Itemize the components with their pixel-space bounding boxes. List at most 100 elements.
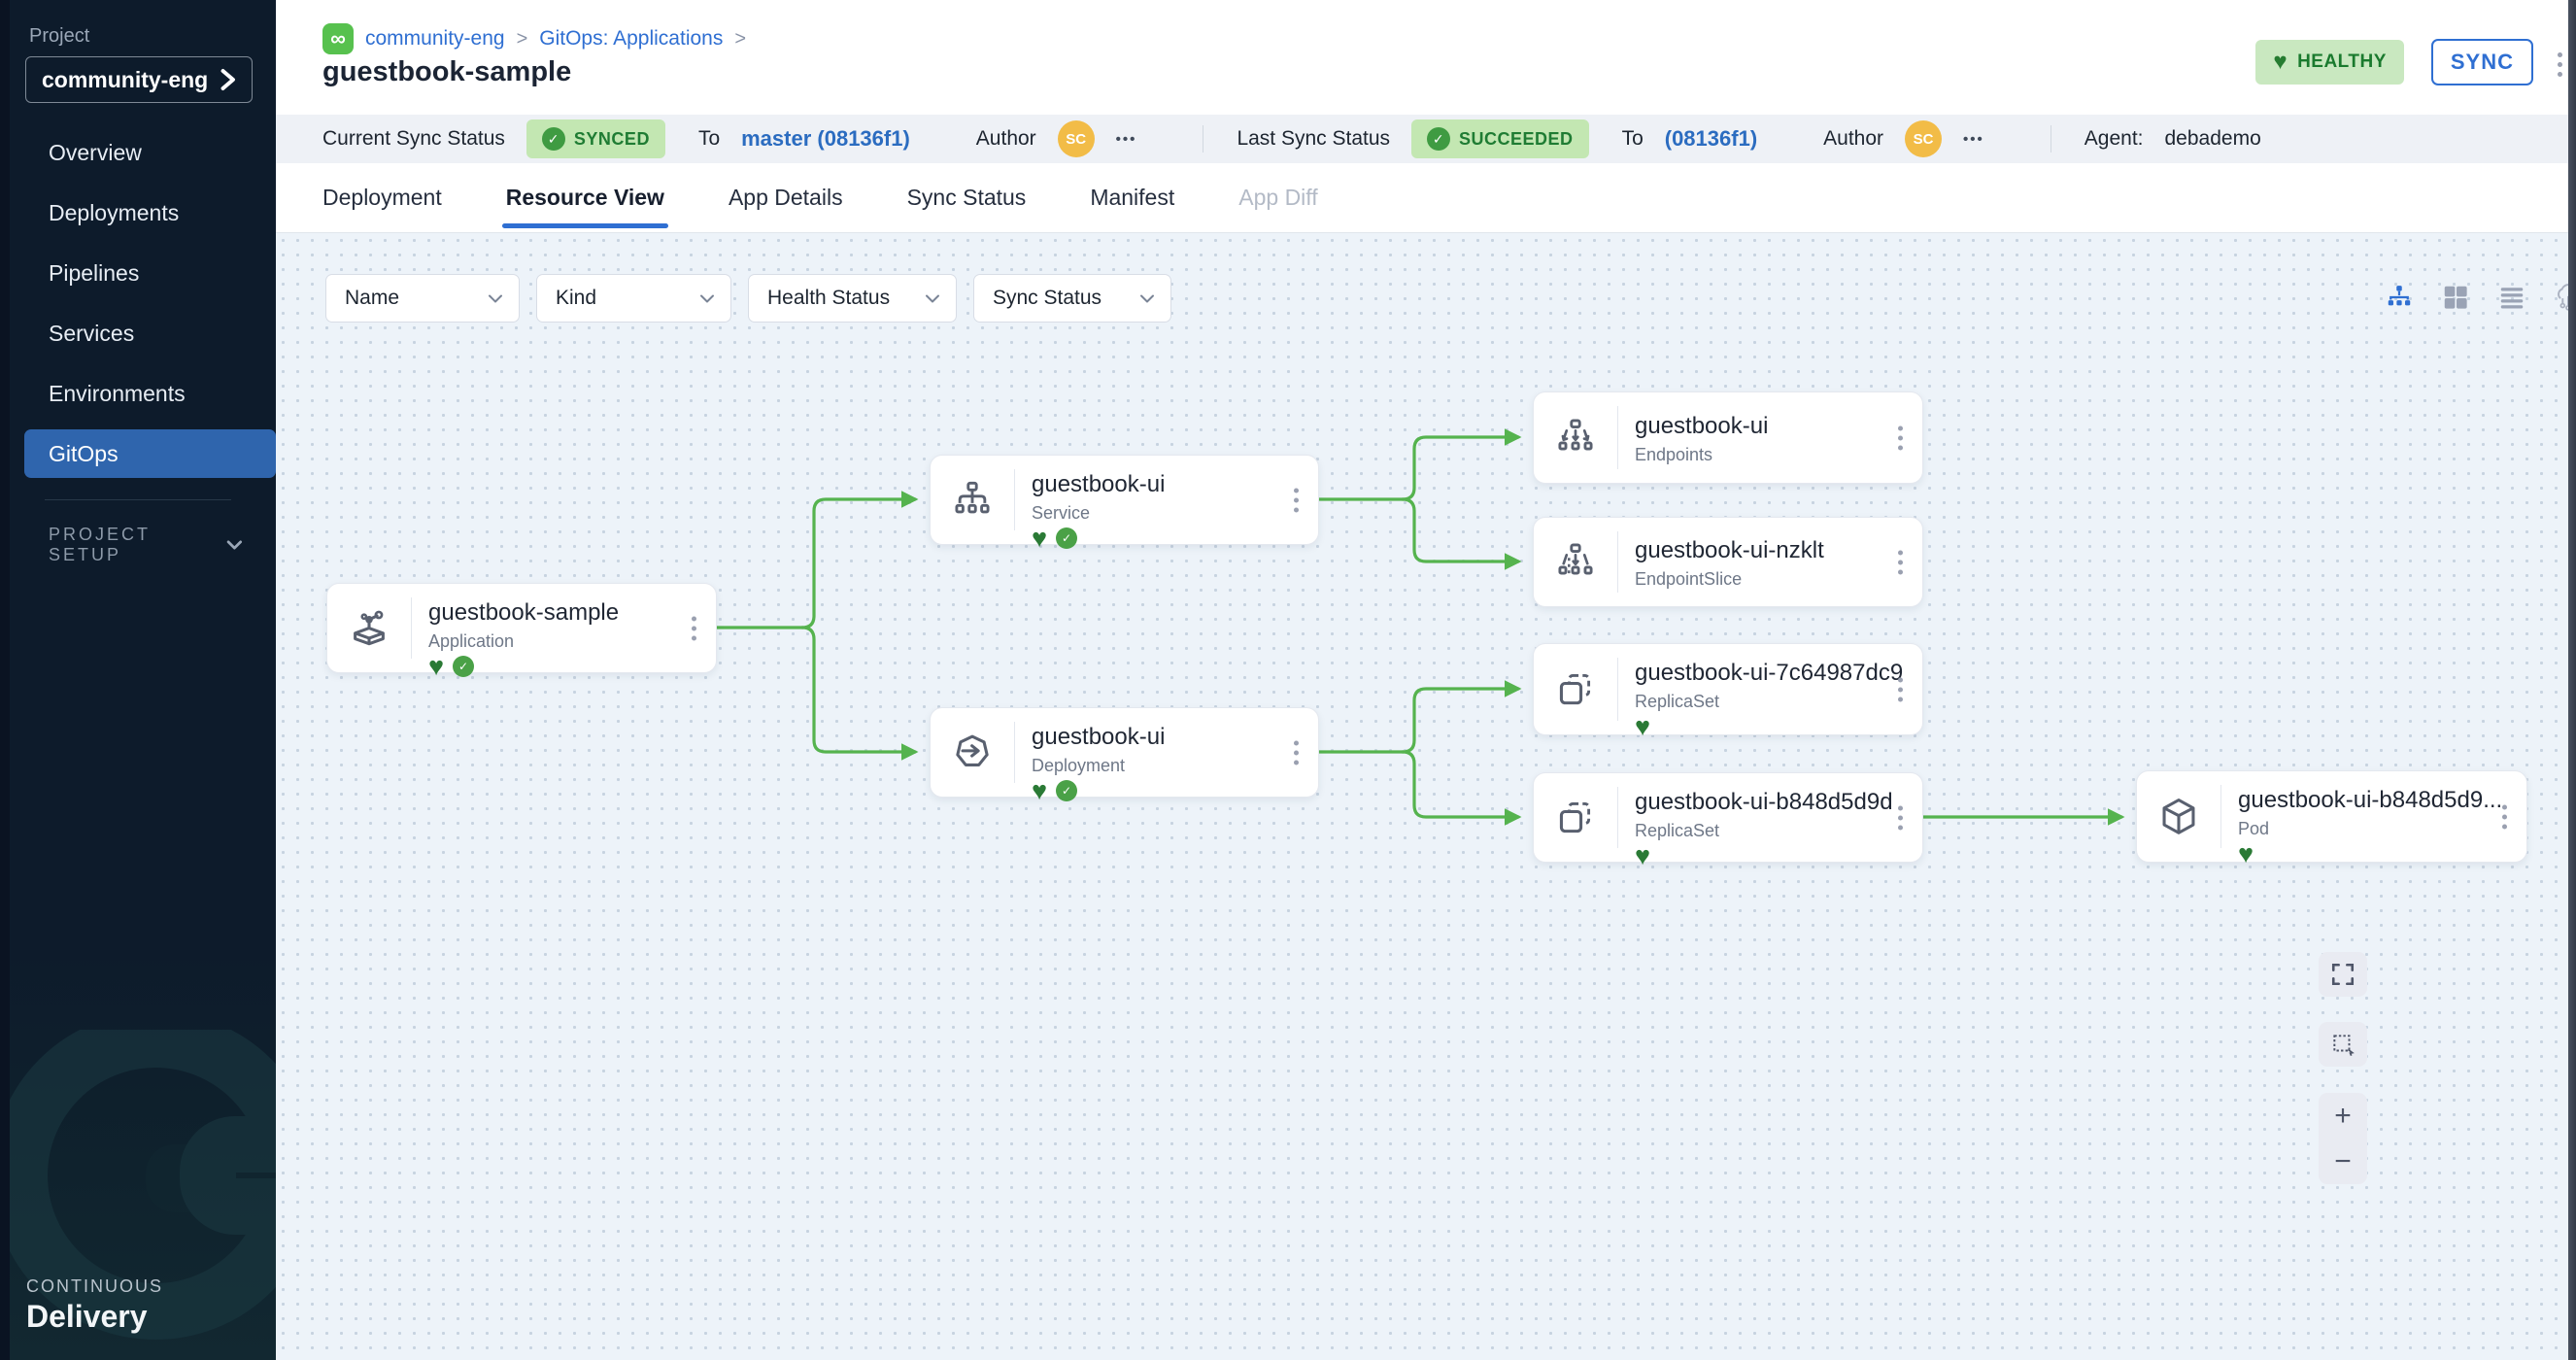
- tab-app-details[interactable]: App Details: [729, 163, 843, 232]
- module-footer-bottom: Delivery: [26, 1299, 163, 1335]
- node-menu-kebab-icon[interactable]: [1288, 734, 1305, 770]
- scrollbar[interactable]: [2568, 0, 2576, 1360]
- node-kind: Pod: [2238, 819, 2526, 839]
- filter-label: Sync Status: [993, 287, 1102, 310]
- sidebar-item-label: Environments: [49, 381, 186, 407]
- node-menu-kebab-icon[interactable]: [1892, 671, 1909, 707]
- agent-name: debademo: [2165, 127, 2261, 151]
- node-replicaset-guestbook-ui-b848d5d9d[interactable]: guestbook-ui-b848d5d9d ReplicaSet ♥: [1533, 772, 1923, 863]
- healthy-heart-icon: ♥: [1032, 780, 1047, 801]
- node-service-guestbook-ui[interactable]: guestbook-ui Service ♥ ✓: [930, 455, 1319, 545]
- filter-label: Health Status: [767, 287, 890, 310]
- module-footer: CONTINUOUS Delivery: [26, 1276, 163, 1335]
- canvas-controls: + −: [2319, 952, 2367, 1184]
- sidebar-item-deployments[interactable]: Deployments: [0, 183, 276, 243]
- marquee-zoom-button[interactable]: [2319, 1022, 2367, 1067]
- healthy-heart-icon: ♥: [428, 656, 444, 677]
- fullscreen-button[interactable]: [2319, 952, 2367, 997]
- replicaset-icon: [1534, 773, 1617, 862]
- node-menu-kebab-icon[interactable]: [1288, 482, 1305, 518]
- gitops-app-screen: Project community-eng Overview Deploymen…: [0, 0, 2576, 1360]
- tab-app-diff: App Diff: [1238, 163, 1317, 232]
- chevron-down-icon: [1139, 293, 1155, 304]
- synced-check-icon: ✓: [1056, 527, 1077, 549]
- last-revision-link[interactable]: (08136f1): [1665, 126, 1757, 152]
- gitops-logo-icon: ∞: [322, 23, 354, 54]
- health-status-filter-dropdown[interactable]: Health Status: [748, 274, 957, 323]
- node-endpoints-guestbook-ui[interactable]: guestbook-ui Endpoints: [1533, 391, 1923, 484]
- zoom-in-button[interactable]: +: [2319, 1093, 2367, 1139]
- node-application-guestbook-sample[interactable]: guestbook-sample Application ♥ ✓: [326, 583, 717, 673]
- author-avatar[interactable]: SC: [1058, 120, 1095, 157]
- window-edge: [0, 0, 10, 1360]
- chevron-down-icon: [699, 293, 715, 304]
- fullscreen-icon: [2330, 962, 2356, 987]
- project-label: Project: [29, 25, 89, 48]
- tab-manifest[interactable]: Manifest: [1090, 163, 1174, 232]
- resource-graph-canvas[interactable]: Name Kind Health Status Sync Status: [276, 233, 2576, 1360]
- node-kind: Service: [1032, 503, 1318, 524]
- tab-sync-status[interactable]: Sync Status: [907, 163, 1027, 232]
- healthy-heart-icon: ♥: [2238, 843, 2254, 865]
- app-tabs: Deployment Resource View App Details Syn…: [276, 163, 2576, 233]
- kind-filter-dropdown[interactable]: Kind: [536, 274, 731, 323]
- filter-bar: Name Kind Health Status Sync Status: [325, 274, 1171, 323]
- tab-deployment[interactable]: Deployment: [322, 163, 442, 232]
- synced-badge: ✓ SYNCED: [526, 119, 665, 158]
- app-menu-kebab-icon[interactable]: [2552, 47, 2568, 83]
- author-avatar[interactable]: SC: [1905, 120, 1942, 157]
- node-menu-kebab-icon[interactable]: [1892, 420, 1909, 456]
- zoom-out-button[interactable]: −: [2319, 1139, 2367, 1184]
- node-menu-kebab-icon[interactable]: [1892, 544, 1909, 580]
- sidebar-item-environments[interactable]: Environments: [0, 363, 276, 424]
- filter-label: Kind: [556, 287, 596, 310]
- node-kind: Endpoints: [1635, 445, 1922, 465]
- healthy-heart-icon: ♥: [1635, 716, 1650, 737]
- project-setup-toggle[interactable]: PROJECT SETUP: [49, 525, 243, 565]
- project-selector[interactable]: community-eng: [25, 56, 253, 103]
- sidebar-item-gitops[interactable]: GitOps: [24, 429, 276, 478]
- module-footer-top: CONTINUOUS: [26, 1276, 163, 1297]
- node-title: guestbook-ui: [1032, 724, 1318, 751]
- page-header: ∞ community-eng > GitOps: Applications >…: [276, 0, 2576, 115]
- list-view-icon[interactable]: [2496, 282, 2527, 313]
- sidebar-item-pipelines[interactable]: Pipelines: [0, 243, 276, 303]
- sync-status-filter-dropdown[interactable]: Sync Status: [973, 274, 1171, 323]
- healthy-heart-icon: ♥: [1032, 527, 1047, 549]
- node-title: guestbook-ui-nzklt: [1635, 537, 1922, 564]
- current-revision-link[interactable]: master (08136f1): [741, 126, 910, 152]
- node-pod-guestbook-ui-b848d5d9d[interactable]: guestbook-ui-b848d5d9... Pod ♥: [2136, 770, 2527, 863]
- pod-icon: [2137, 771, 2220, 862]
- grid-view-icon[interactable]: [2440, 282, 2471, 313]
- sync-button[interactable]: SYNC: [2431, 39, 2533, 85]
- node-menu-kebab-icon[interactable]: [686, 610, 702, 646]
- more-authors-button[interactable]: •••: [1116, 131, 1137, 148]
- node-endpointslice-guestbook-ui-nzklt[interactable]: guestbook-ui-nzklt EndpointSlice: [1533, 517, 1923, 607]
- sidebar-item-label: Deployments: [49, 200, 179, 226]
- succeeded-badge-label: SUCCEEDED: [1459, 129, 1574, 150]
- chevron-down-icon: [925, 293, 940, 304]
- sidebar-item-overview[interactable]: Overview: [0, 122, 276, 183]
- breadcrumb-project-link[interactable]: community-eng: [365, 27, 505, 51]
- breadcrumb-applications-link[interactable]: GitOps: Applications: [539, 27, 723, 51]
- filter-label: Name: [345, 287, 399, 310]
- name-filter-dropdown[interactable]: Name: [325, 274, 520, 323]
- application-icon: [327, 584, 411, 672]
- sidebar-item-services[interactable]: Services: [0, 303, 276, 363]
- to-label: To: [1622, 127, 1644, 151]
- more-authors-button[interactable]: •••: [1963, 131, 1984, 148]
- node-replicaset-guestbook-ui-7c64987dc9[interactable]: guestbook-ui-7c64987dc9 ReplicaSet ♥: [1533, 643, 1923, 735]
- tab-resource-view[interactable]: Resource View: [506, 163, 664, 232]
- synced-badge-label: SYNCED: [574, 129, 650, 150]
- node-title: guestbook-ui: [1635, 413, 1922, 440]
- node-menu-kebab-icon[interactable]: [2496, 799, 2513, 834]
- sidebar-item-label: Services: [49, 321, 134, 347]
- tree-view-icon[interactable]: [2384, 282, 2415, 313]
- node-deployment-guestbook-ui[interactable]: guestbook-ui Deployment ♥ ✓: [930, 707, 1319, 798]
- service-icon: [931, 456, 1014, 544]
- heart-icon: ♥: [2273, 51, 2288, 74]
- node-menu-kebab-icon[interactable]: [1892, 799, 1909, 835]
- health-status-badge: ♥ HEALTHY: [2255, 40, 2404, 85]
- sync-status-bar: Current Sync Status ✓ SYNCED To master (…: [276, 115, 2576, 163]
- zoom-pill: + −: [2319, 1093, 2367, 1184]
